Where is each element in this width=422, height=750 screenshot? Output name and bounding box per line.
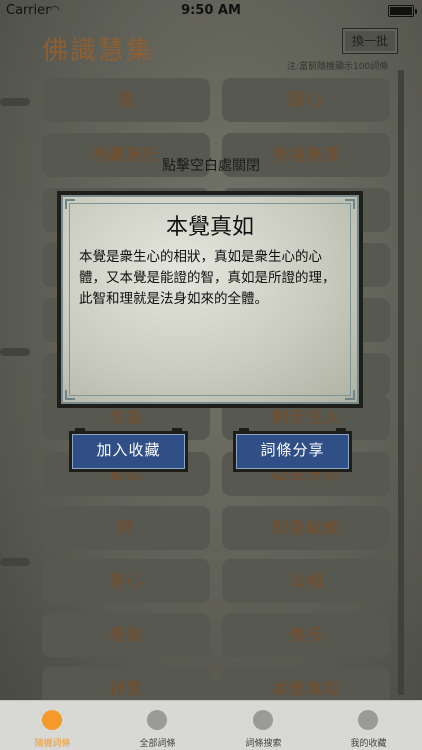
tab-label: 全部詞條 <box>139 739 176 749</box>
tab-label: 詞條搜索 <box>245 739 282 749</box>
corner-ornament <box>65 199 75 209</box>
tab-label: 我的收藏 <box>350 739 387 749</box>
button-ornament <box>172 428 182 433</box>
tab-dot-icon <box>42 710 62 730</box>
term-title: 本覺真如 <box>165 215 254 240</box>
card-paper: 本覺真如 本覺是衆生心的相狀，真如是衆生心的心體，又本覺是能證的智，真如是所證的… <box>61 195 359 404</box>
corner-ornament <box>345 390 355 400</box>
button-ornament <box>75 428 85 433</box>
term-detail-card: 本覺真如 本覺是衆生心的相狀，真如是衆生心的心體，又本覺是能證的智，真如是所證的… <box>57 191 363 408</box>
tab-search[interactable]: 詞條搜索 <box>211 701 316 750</box>
button-ornament <box>336 428 346 433</box>
add-favorite-button[interactable]: 加入收藏 <box>69 428 188 472</box>
add-favorite-label: 加入收藏 <box>72 434 185 469</box>
tab-favorites[interactable]: 我的收藏 <box>316 701 421 750</box>
share-term-label: 詞條分享 <box>236 434 349 469</box>
tab-bar: 隨機詞條 全部詞條 詞條搜索 我的收藏 <box>0 700 422 750</box>
corner-ornament <box>65 390 75 400</box>
tab-label: 隨機詞條 <box>34 739 71 749</box>
term-definition: 本覺是衆生心的相狀，真如是衆生心的心體，又本覺是能證的智，真如是所證的理，此智和… <box>79 249 336 307</box>
tab-random-terms[interactable]: 隨機詞條 <box>0 701 105 750</box>
corner-ornament <box>345 199 355 209</box>
tab-dot-icon <box>147 710 167 730</box>
share-term-button[interactable]: 詞條分享 <box>233 428 352 472</box>
tab-dot-icon <box>253 710 273 730</box>
tab-all-terms[interactable]: 全部詞條 <box>105 701 210 750</box>
tab-dot-icon <box>358 710 378 730</box>
close-hint: 點擊空白處關閉 <box>162 158 260 174</box>
button-ornament <box>239 428 249 433</box>
